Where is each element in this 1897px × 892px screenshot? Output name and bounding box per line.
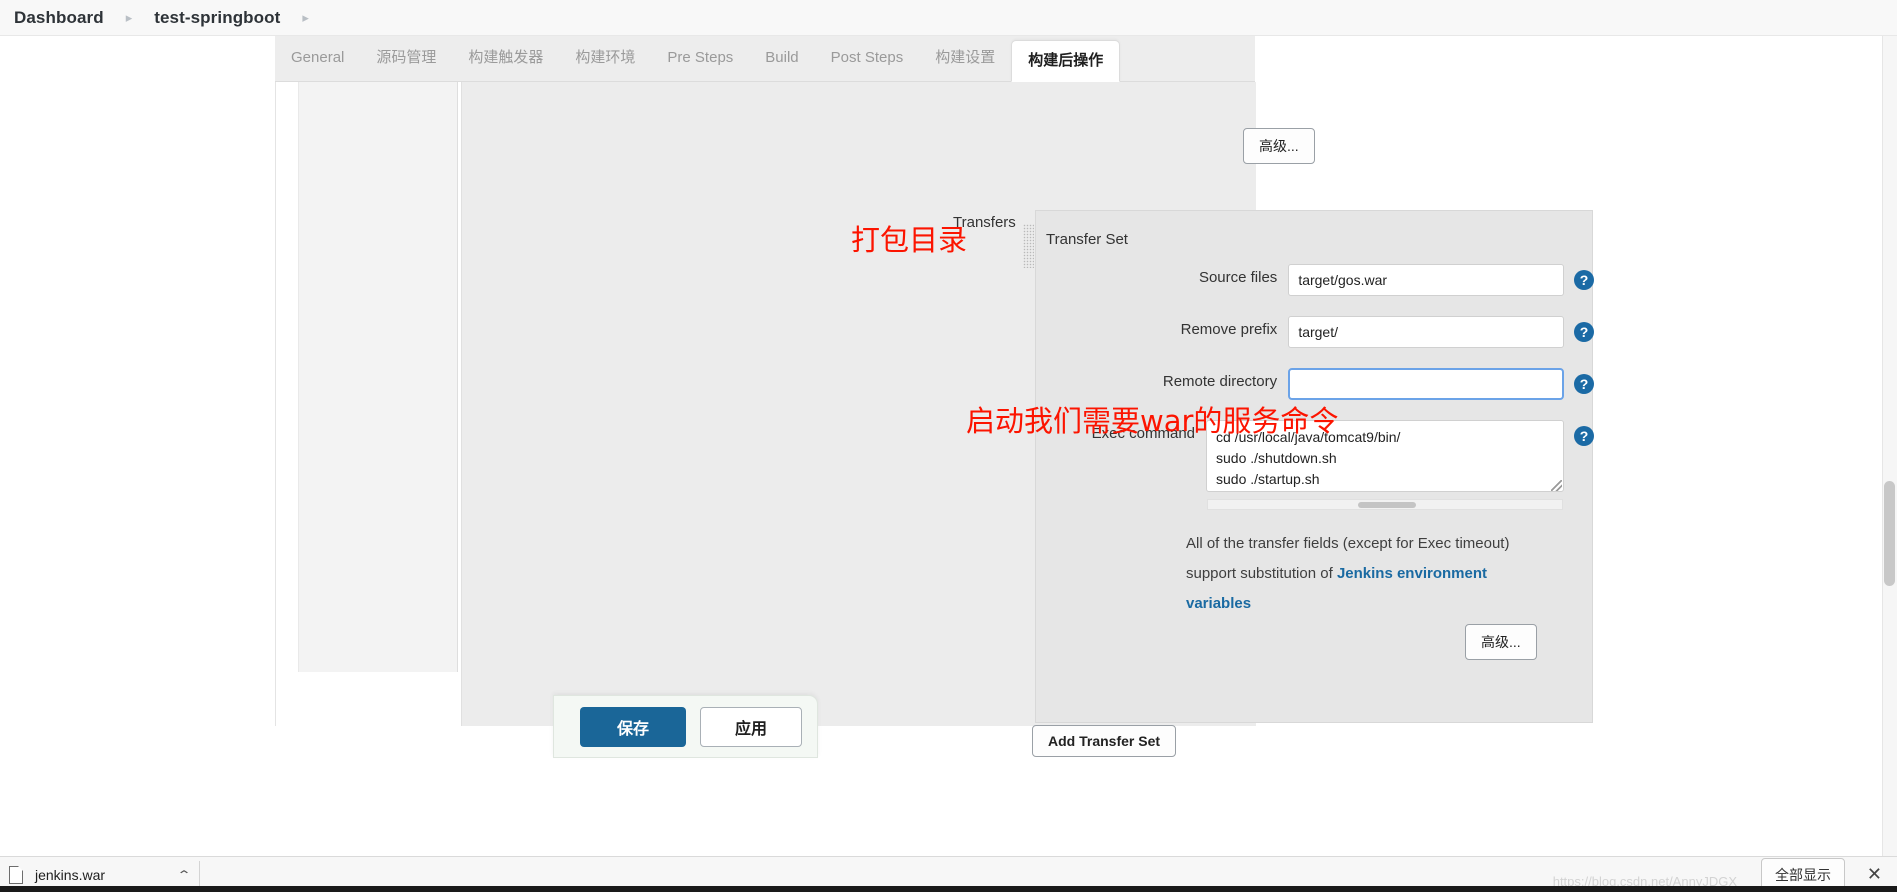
exec-command-scroll-thumb[interactable] — [1358, 502, 1416, 508]
exec-command-hscrollbar[interactable] — [1207, 499, 1563, 510]
tab-source-code-management[interactable]: 源码管理 — [360, 35, 452, 81]
field-row-source-files: Source files ? — [1036, 264, 1594, 296]
apply-button[interactable]: 应用 — [700, 706, 802, 747]
source-files-input[interactable] — [1288, 264, 1564, 296]
tab-general[interactable]: General — [275, 35, 360, 81]
exec-command-wrap: cd /usr/local/java/tomcat9/bin/ sudo ./s… — [1206, 420, 1564, 510]
help-icon-remove-prefix[interactable]: ? — [1574, 322, 1594, 342]
tab-pre-steps[interactable]: Pre Steps — [651, 35, 749, 81]
taskbar — [0, 886, 1897, 892]
field-row-remove-prefix: Remove prefix ? — [1036, 316, 1594, 348]
advanced-button-top[interactable]: 高级... — [1243, 128, 1315, 164]
tab-build-settings[interactable]: 构建设置 — [919, 35, 1011, 81]
exec-command-textarea[interactable]: cd /usr/local/java/tomcat9/bin/ sudo ./s… — [1206, 420, 1564, 492]
page-scrollbar-thumb[interactable] — [1884, 481, 1895, 586]
help-icon-exec-command[interactable]: ? — [1574, 426, 1594, 446]
exec-command-label: Exec command — [1091, 425, 1195, 442]
file-icon — [9, 865, 23, 884]
advanced-button-inner[interactable]: 高级... — [1465, 624, 1537, 660]
page-scrollbar[interactable] — [1882, 36, 1897, 856]
download-file-name: jenkins.war — [35, 866, 106, 883]
form-action-bar: 保存 应用 — [553, 695, 818, 758]
transfer-set-title: Transfer Set — [1046, 231, 1128, 248]
breadcrumb-separator-icon-2: ▸ — [302, 9, 309, 25]
publish-over-ssh-block: 高级... Transfers Transfer Set Source file… — [461, 82, 1594, 757]
close-icon[interactable]: ✕ — [1867, 864, 1882, 885]
transfer-fields-notice: All of the transfer fields (except for E… — [1186, 529, 1556, 619]
drag-handle-icon[interactable] — [1023, 224, 1034, 268]
chevron-up-icon[interactable]: ⌃ — [177, 868, 192, 882]
tab-post-build-actions[interactable]: 构建后操作 — [1011, 40, 1121, 82]
breadcrumb-separator-icon: ▸ — [125, 9, 133, 25]
add-transfer-set-button[interactable]: Add Transfer Set — [1032, 725, 1177, 757]
form-left-rail — [298, 82, 458, 672]
download-item-jenkins-war[interactable]: jenkins.war ⌃ — [9, 860, 201, 889]
remove-prefix-input[interactable] — [1288, 316, 1564, 348]
field-row-exec-command: Exec command cd /usr/local/java/tomcat9/… — [1036, 420, 1594, 510]
remote-directory-label: Remote directory — [1162, 373, 1278, 390]
breadcrumb-item-project[interactable]: test-springboot — [154, 8, 280, 28]
tab-build-triggers[interactable]: 构建触发器 — [452, 35, 559, 81]
transfers-label: Transfers — [953, 214, 1016, 231]
breadcrumb-item-dashboard[interactable]: Dashboard — [14, 8, 104, 28]
page-canvas: General 源码管理 构建触发器 构建环境 Pre Steps Build … — [0, 36, 1897, 856]
breadcrumb: Dashboard ▸ test-springboot ▸ — [0, 0, 1897, 36]
config-tab-strip: General 源码管理 构建触发器 构建环境 Pre Steps Build … — [275, 36, 1255, 82]
remove-prefix-label: Remove prefix — [1180, 321, 1278, 338]
source-files-label: Source files — [1198, 269, 1278, 286]
help-icon-source-files[interactable]: ? — [1574, 270, 1594, 290]
field-row-remote-directory: Remote directory ? — [1036, 368, 1594, 400]
tab-build[interactable]: Build — [749, 35, 814, 81]
remote-directory-input[interactable] — [1288, 368, 1564, 400]
save-button[interactable]: 保存 — [580, 706, 686, 747]
transfer-set-panel: Transfer Set Source files ? Remove prefi… — [1035, 210, 1594, 723]
config-form-panel: 高级... Transfers Transfer Set Source file… — [275, 82, 1594, 758]
tab-build-environment[interactable]: 构建环境 — [559, 35, 651, 81]
help-icon-remote-directory[interactable]: ? — [1574, 374, 1594, 394]
tab-post-steps[interactable]: Post Steps — [815, 35, 920, 81]
